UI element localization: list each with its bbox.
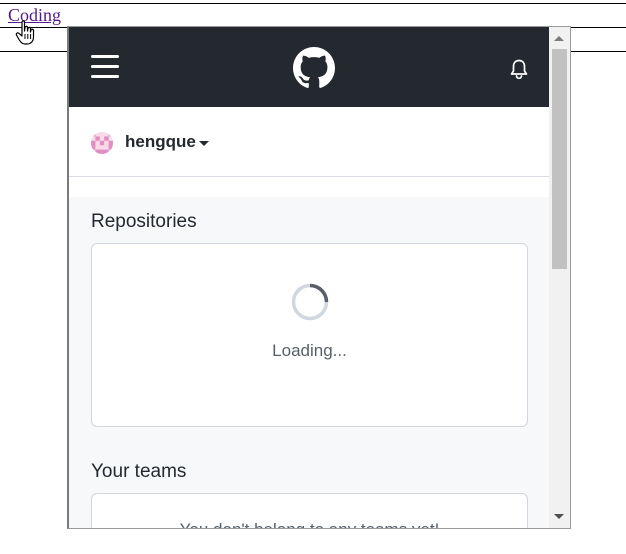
- page-top-rule: [0, 3, 626, 4]
- github-octocat-icon[interactable]: [293, 47, 335, 89]
- teams-card: You don't belong to any teams yet!: [91, 493, 528, 528]
- scroll-down-arrow-icon[interactable]: [554, 514, 564, 519]
- teams-heading: Your teams: [91, 461, 187, 482]
- popup-header: [69, 27, 549, 107]
- vertical-scrollbar[interactable]: [549, 27, 570, 528]
- repositories-heading: Repositories: [91, 211, 197, 232]
- teams-empty-message: You don't belong to any teams yet!: [92, 520, 527, 528]
- scroll-thumb[interactable]: [552, 49, 567, 269]
- caret-down-icon[interactable]: [199, 141, 209, 146]
- hand-pointer-cursor-icon: [15, 20, 35, 45]
- hamburger-menu-icon[interactable]: [91, 55, 119, 79]
- username-switcher[interactable]: hengque: [125, 132, 196, 152]
- github-popup-window: hengque Repositories Loading... Your tea…: [67, 26, 571, 529]
- account-bar: hengque: [69, 107, 549, 177]
- repositories-card: Loading...: [91, 243, 528, 427]
- divider-gap: [69, 177, 549, 197]
- loading-spinner-icon: [291, 283, 329, 321]
- loading-status: Loading...: [272, 341, 347, 360]
- identicon-avatar[interactable]: [91, 132, 113, 154]
- popup-content: hengque Repositories Loading... Your tea…: [69, 27, 549, 528]
- bell-icon[interactable]: [509, 58, 529, 80]
- scroll-up-arrow-icon[interactable]: [554, 36, 564, 41]
